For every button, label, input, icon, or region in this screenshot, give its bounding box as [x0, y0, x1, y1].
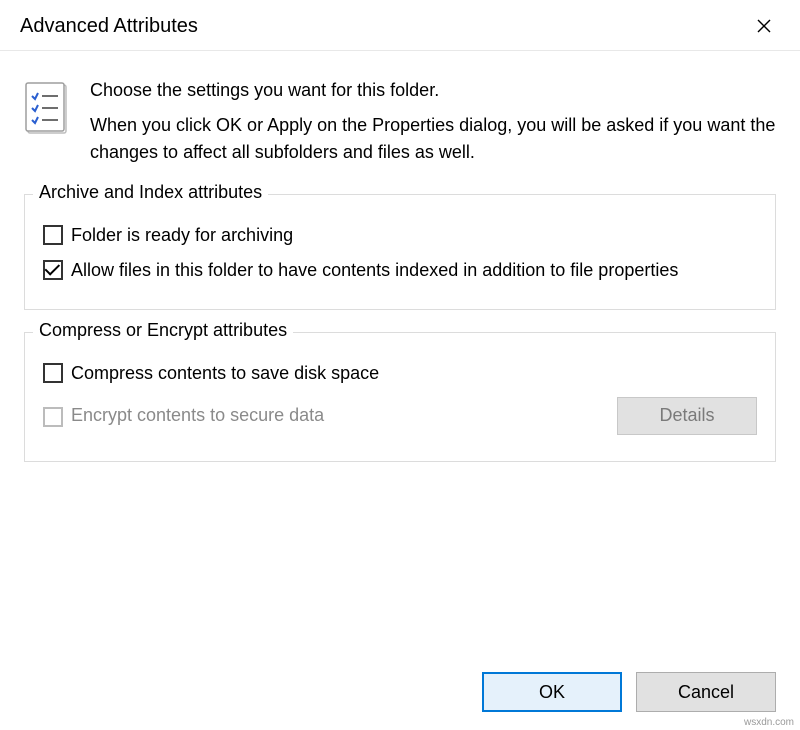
compress-checkbox[interactable] [43, 363, 63, 383]
compress-row: Compress contents to save disk space [43, 361, 757, 386]
watermark: wsxdn.com [744, 717, 794, 728]
archive-checkbox[interactable] [43, 225, 63, 245]
compress-encrypt-legend: Compress or Encrypt attributes [33, 320, 293, 341]
titlebar: Advanced Attributes [0, 0, 800, 51]
compress-encrypt-group: Compress or Encrypt attributes Compress … [24, 332, 776, 461]
intro-section: Choose the settings you want for this fo… [24, 77, 776, 166]
index-row: Allow files in this folder to have conte… [43, 258, 757, 283]
compress-label: Compress contents to save disk space [71, 361, 379, 386]
cancel-button[interactable]: Cancel [636, 672, 776, 712]
archive-row: Folder is ready for archiving [43, 223, 757, 248]
intro-text: Choose the settings you want for this fo… [90, 77, 776, 166]
encrypt-label: Encrypt contents to secure data [71, 403, 324, 428]
index-checkbox[interactable] [43, 260, 63, 280]
intro-heading: Choose the settings you want for this fo… [90, 77, 776, 104]
close-button[interactable] [744, 10, 784, 42]
close-icon [757, 19, 771, 33]
encrypt-checkbox [43, 407, 63, 427]
archive-label: Folder is ready for archiving [71, 223, 293, 248]
intro-body: When you click OK or Apply on the Proper… [90, 112, 776, 166]
dialog-content: Choose the settings you want for this fo… [0, 51, 800, 672]
details-button: Details [617, 397, 757, 435]
index-label: Allow files in this folder to have conte… [71, 258, 678, 283]
encrypt-row: Encrypt contents to secure data Details [43, 397, 757, 435]
dialog-button-row: OK Cancel [0, 672, 800, 730]
archive-index-group: Archive and Index attributes Folder is r… [24, 194, 776, 310]
ok-button[interactable]: OK [482, 672, 622, 712]
advanced-attributes-dialog: Advanced Attributes [0, 0, 800, 730]
folder-settings-icon [24, 81, 72, 137]
archive-index-legend: Archive and Index attributes [33, 182, 268, 203]
dialog-title: Advanced Attributes [20, 15, 744, 38]
